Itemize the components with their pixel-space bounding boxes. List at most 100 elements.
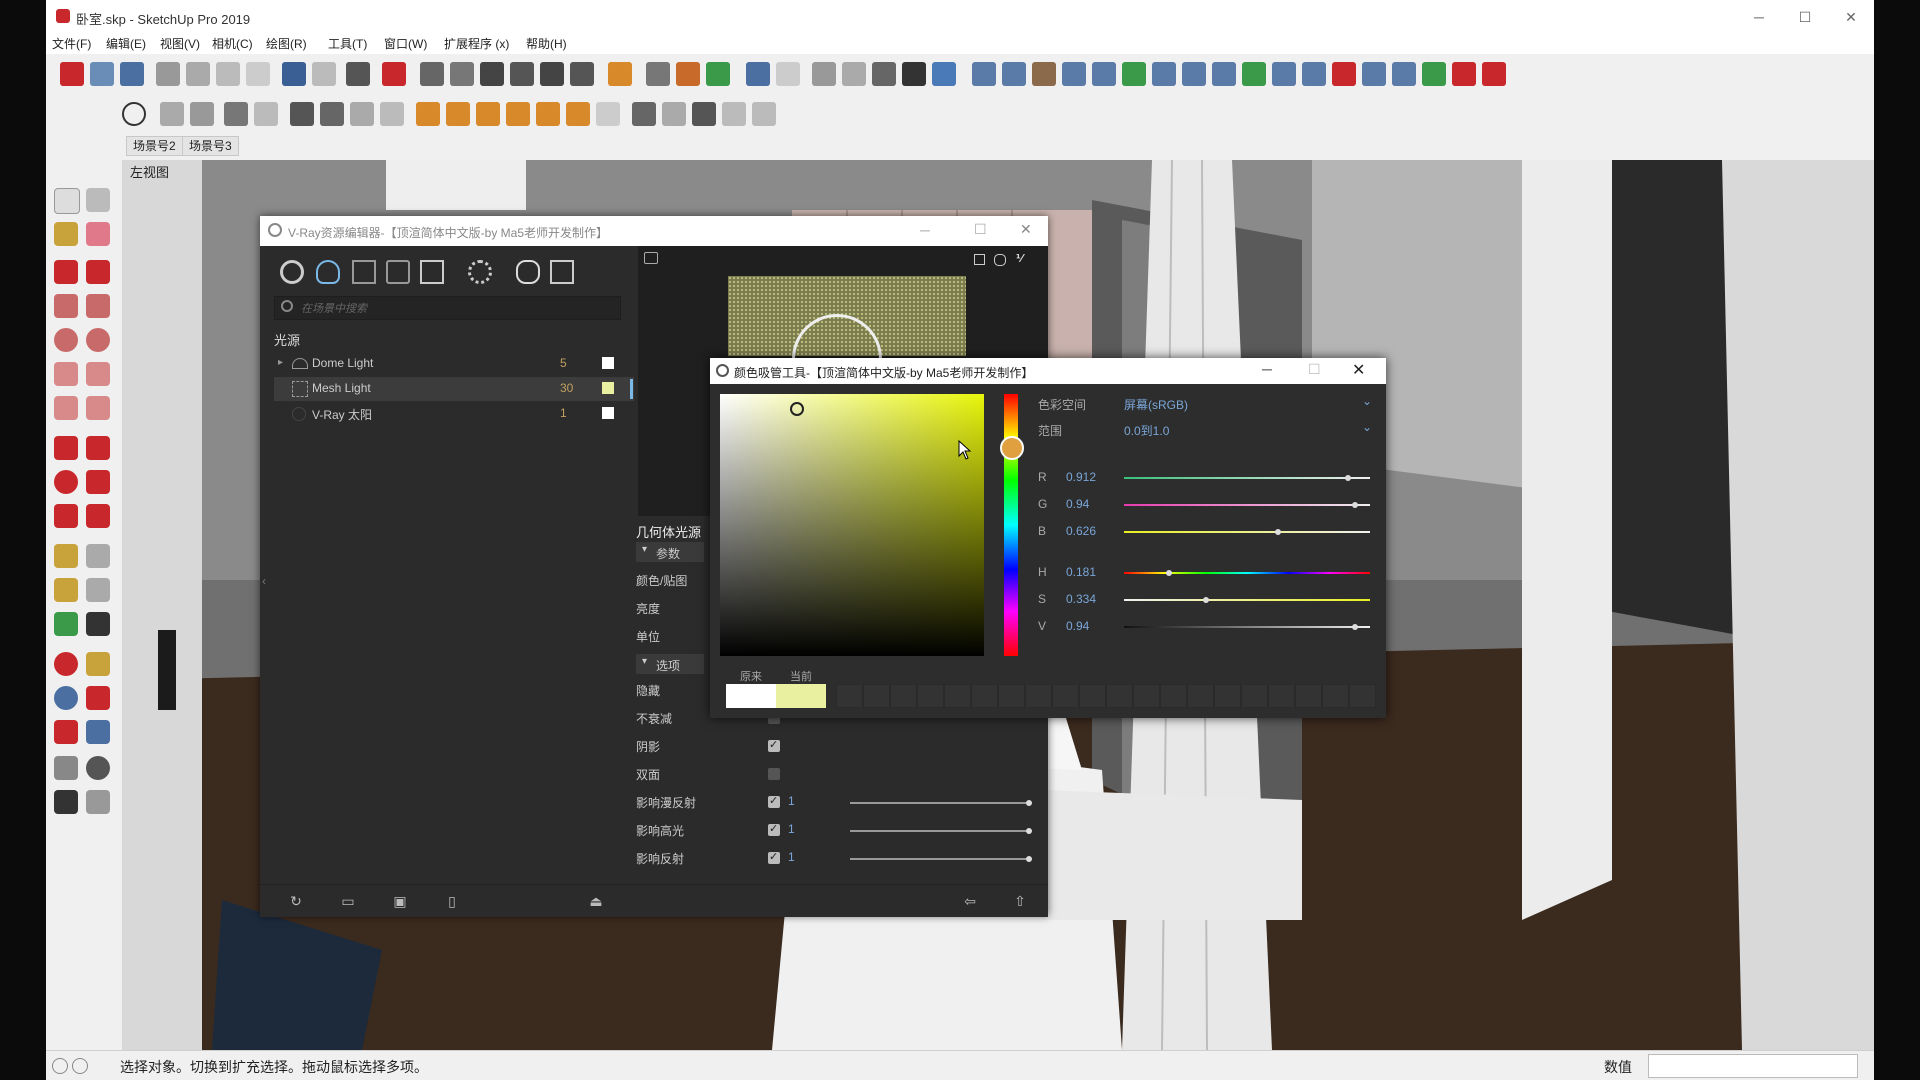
make-component-icon[interactable]	[86, 188, 110, 212]
saturation-value-field[interactable]	[720, 394, 984, 656]
rect-light-icon[interactable]	[536, 102, 560, 126]
undo-icon[interactable]	[282, 62, 306, 86]
save-icon[interactable]	[120, 62, 144, 86]
menu-view[interactable]: 视图(V)	[160, 35, 200, 52]
menu-edit[interactable]: 编辑(E)	[106, 35, 146, 52]
settings-gear-icon[interactable]	[468, 260, 492, 284]
history-swatch[interactable]	[1268, 684, 1295, 708]
section-plane-tool-icon[interactable]	[86, 790, 110, 814]
save-icon[interactable]: ▣	[392, 893, 408, 909]
protractor-icon[interactable]	[54, 578, 78, 602]
vray-batch-render-icon[interactable]	[254, 102, 278, 126]
asset-search-box[interactable]: 在场景中搜索	[274, 296, 621, 320]
close-button[interactable]: ✕	[1828, 4, 1874, 30]
vray-asset-editor-icon[interactable]	[122, 102, 146, 126]
light-color-swatch[interactable]	[602, 407, 614, 419]
line-tool-icon[interactable]	[1002, 62, 1026, 86]
red-slider-knob[interactable]	[1345, 475, 1352, 481]
redo-icon[interactable]	[312, 62, 336, 86]
green-slider-knob[interactable]	[1352, 502, 1359, 508]
green-slider[interactable]	[1124, 504, 1370, 506]
history-swatch[interactable]	[1295, 684, 1322, 708]
erase-icon[interactable]	[246, 62, 270, 86]
vray-interactive-render-icon[interactable]	[190, 102, 214, 126]
rectangle-icon[interactable]	[54, 294, 78, 318]
arc-icon[interactable]	[54, 362, 78, 386]
circle-icon[interactable]	[54, 328, 78, 352]
hue-slider[interactable]	[1004, 394, 1018, 656]
infinite-plane-icon[interactable]	[632, 102, 656, 126]
value-slider-knob[interactable]	[1352, 624, 1359, 630]
history-swatch[interactable]	[1133, 684, 1160, 708]
freehand-icon[interactable]	[86, 260, 110, 284]
axes-icon[interactable]	[54, 612, 78, 636]
extend-tool-icon[interactable]	[1422, 62, 1446, 86]
offset-icon[interactable]	[86, 504, 110, 528]
right-view-icon[interactable]	[510, 62, 534, 86]
hue-value[interactable]: 0.181	[1066, 565, 1096, 579]
menu-window[interactable]: 窗口(W)	[384, 35, 427, 52]
value-slider[interactable]	[1124, 626, 1370, 628]
blue-slider[interactable]	[1124, 531, 1370, 533]
history-swatch[interactable]	[836, 684, 863, 708]
options-group-header[interactable]: ▾ 选项	[636, 654, 704, 674]
upload-icon[interactable]: ⇧	[1012, 893, 1028, 909]
model-info-icon[interactable]	[382, 62, 406, 86]
chamfer-tool-icon[interactable]	[1302, 62, 1326, 86]
spline-tool-icon[interactable]	[1092, 62, 1116, 86]
follow-me-icon[interactable]	[86, 470, 110, 494]
clipper-icon[interactable]	[752, 102, 776, 126]
menu-help[interactable]: 帮助(H)	[526, 35, 567, 52]
xray-icon[interactable]	[646, 62, 670, 86]
paste-icon[interactable]	[216, 62, 240, 86]
proxy-import-icon[interactable]	[692, 102, 716, 126]
proxy-export-icon[interactable]	[662, 102, 686, 126]
history-swatch[interactable]	[1160, 684, 1187, 708]
back-arrow-icon[interactable]: ⇦	[962, 893, 978, 909]
copy-icon[interactable]	[186, 62, 210, 86]
sector-tool-icon[interactable]	[1482, 62, 1506, 86]
scene-tab-3[interactable]: 场景号3	[182, 136, 239, 156]
light-row-mesh[interactable]: Mesh Light 30	[274, 377, 634, 401]
history-swatch[interactable]	[1079, 684, 1106, 708]
preview-camera-icon[interactable]	[644, 252, 658, 264]
refresh-icon[interactable]: ↻	[288, 893, 304, 909]
history-swatch[interactable]	[863, 684, 890, 708]
vray-region-render-icon[interactable]	[320, 102, 344, 126]
3d-text-icon[interactable]	[86, 612, 110, 636]
scene-tab-2[interactable]: 场景号2	[126, 136, 183, 156]
dome-light-icon[interactable]	[566, 102, 590, 126]
cut-icon[interactable]	[156, 62, 180, 86]
vray-frame-buffer-icon[interactable]	[224, 102, 248, 126]
iso-view-icon[interactable]	[420, 62, 444, 86]
polygon-tool-icon[interactable]	[1392, 62, 1416, 86]
top-view-icon[interactable]	[450, 62, 474, 86]
menu-draw[interactable]: 绘图(R)	[266, 35, 307, 52]
rotate-icon[interactable]	[54, 470, 78, 494]
hue-channel-slider[interactable]	[1124, 572, 1370, 574]
scale-icon[interactable]	[54, 504, 78, 528]
zoom-icon[interactable]	[54, 686, 78, 710]
arc3-tool-icon[interactable]	[1332, 62, 1356, 86]
hidden-line-icon[interactable]	[812, 62, 836, 86]
geometry-icon[interactable]	[352, 260, 376, 284]
shadows-checkbox[interactable]	[768, 738, 780, 752]
hue-knob[interactable]	[1000, 436, 1024, 460]
picker-close-icon[interactable]: ✕	[1352, 360, 1365, 380]
vray-maximize-icon[interactable]: ☐	[974, 221, 987, 238]
position-camera-icon[interactable]	[54, 756, 78, 780]
curve-tool-icon[interactable]	[1122, 62, 1146, 86]
dimension-icon[interactable]	[86, 544, 110, 568]
saturation-slider[interactable]	[1124, 599, 1370, 601]
zoom-extents-icon[interactable]	[54, 720, 78, 744]
menu-tools[interactable]: 工具(T)	[328, 35, 367, 52]
mesh-light-icon[interactable]	[596, 102, 620, 126]
section-plane-icon[interactable]	[608, 62, 632, 86]
params-group-header[interactable]: ▾ 参数	[636, 542, 704, 562]
blue-value[interactable]: 0.626	[1066, 524, 1096, 538]
two-point-arc-icon[interactable]	[86, 362, 110, 386]
preview-frame-icon[interactable]	[974, 254, 985, 265]
materials-icon[interactable]	[280, 260, 304, 284]
new-file-icon[interactable]	[60, 62, 84, 86]
wireframe-style-icon[interactable]	[776, 62, 800, 86]
